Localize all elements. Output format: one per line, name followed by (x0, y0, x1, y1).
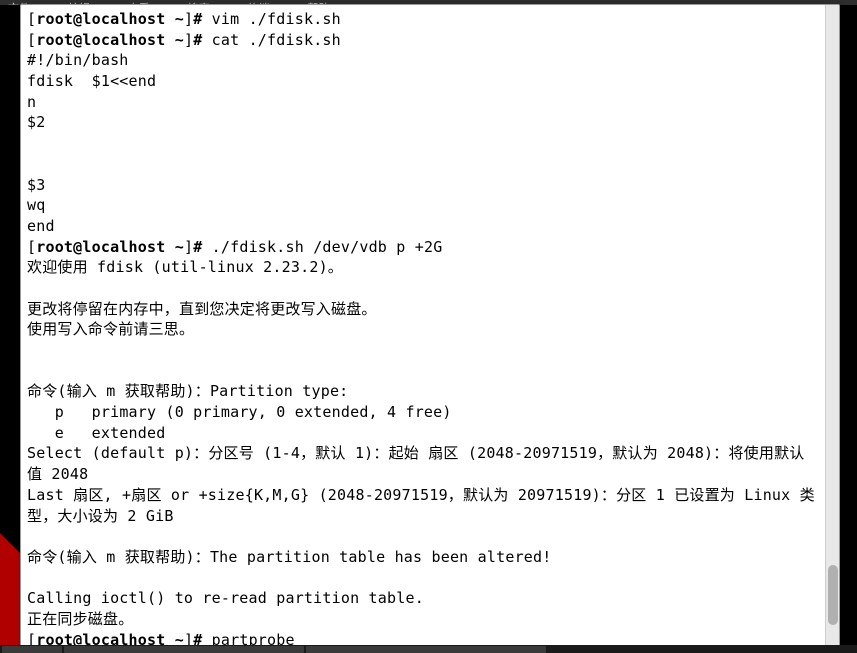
prompt-line-1: [root@localhost ~]# vim ./fdisk.sh (27, 9, 819, 30)
out-8: p primary (0 primary, 0 extended, 4 free… (27, 402, 819, 423)
desktop: 文件(F) 编辑(E) 查看(V) 搜索(S) 终端(T) 帮助(H) [roo… (0, 0, 857, 653)
out-12 (27, 526, 819, 547)
cmd-run: ./fdisk.sh /dev/vdb p +2G (212, 238, 443, 256)
out-2 (27, 278, 819, 299)
script-line-8: wq (27, 195, 819, 216)
out-1: 欢迎使用 fdisk (util-linux 2.23.2)。 (27, 257, 819, 278)
terminal-body[interactable]: [root@localhost ~]# vim ./fdisk.sh [root… (21, 5, 825, 646)
script-line-5 (27, 133, 819, 154)
prompt-path: ~ (175, 10, 184, 28)
out-11: Last 扇区, +扇区 or +size{K,M,G} (2048-20971… (27, 485, 819, 526)
out-5 (27, 340, 819, 361)
cmd-partprobe: partprobe (212, 631, 295, 646)
script-line-3: n (27, 92, 819, 113)
script-line-7: $3 (27, 175, 819, 196)
script-line-4: $2 (27, 112, 819, 133)
out-9: e extended (27, 423, 819, 444)
prompt-line-4: [root@localhost ~]# partprobe (27, 630, 819, 646)
scrollbar-thumb[interactable] (828, 565, 838, 625)
out-4: 使用写入命令前请三思。 (27, 319, 819, 340)
out-13: 命令(输入 m 获取帮助)：The partition table has be… (27, 547, 819, 568)
script-line-9: end (27, 216, 819, 237)
taskbar (0, 645, 857, 653)
out-3: 更改将停留在内存中，直到您决定将更改写入磁盘。 (27, 299, 819, 320)
terminal-scrollbar[interactable] (825, 5, 839, 646)
script-line-2: fdisk $1<<end (27, 71, 819, 92)
taskbar-item-2[interactable] (64, 646, 304, 653)
out-6 (27, 361, 819, 382)
taskbar-item-3[interactable] (306, 646, 546, 653)
script-line-1: #!/bin/bash (27, 50, 819, 71)
prompt-symbol: # (193, 10, 202, 28)
out-10: Select (default p)：分区号 (1-4，默认 1)：起始 扇区 … (27, 443, 819, 484)
out-14 (27, 568, 819, 589)
taskbar-item-1[interactable] (2, 646, 62, 653)
script-line-6 (27, 154, 819, 175)
prompt-line-3: [root@localhost ~]# ./fdisk.sh /dev/vdb … (27, 237, 819, 258)
out-15: Calling ioctl() to re-read partition tab… (27, 588, 819, 609)
out-7: 命令(输入 m 获取帮助)：Partition type: (27, 381, 819, 402)
prompt-user: root (36, 10, 73, 28)
cmd-vim: vim ./fdisk.sh (212, 10, 341, 28)
cmd-cat: cat ./fdisk.sh (212, 31, 341, 49)
terminal-window: [root@localhost ~]# vim ./fdisk.sh [root… (20, 4, 840, 647)
out-16: 正在同步磁盘。 (27, 609, 819, 630)
prompt-line-2: [root@localhost ~]# cat ./fdisk.sh (27, 30, 819, 51)
prompt-host: localhost (82, 10, 165, 28)
